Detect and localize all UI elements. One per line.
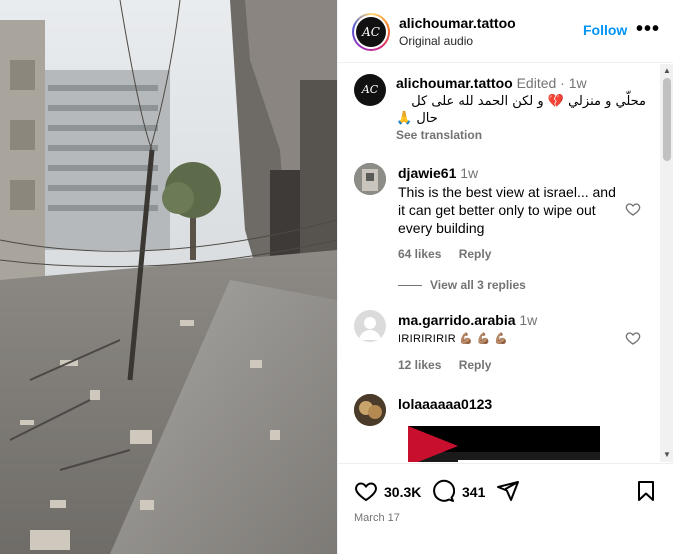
comment-text: IRIRIRIRIR 💪🏽 💪🏽 💪🏽 — [398, 333, 509, 345]
save-bookmark-icon[interactable] — [634, 479, 658, 503]
comment-text: This is the best view at israel... and i… — [398, 184, 616, 236]
post-date[interactable]: March 17 — [354, 512, 400, 524]
follow-button[interactable]: Follow — [583, 22, 627, 38]
scroll-down-arrow-icon[interactable]: ▼ — [663, 450, 671, 459]
share-paper-plane-icon[interactable] — [496, 479, 520, 503]
post-header: AC alichoumar.tattoo Original audio Foll… — [338, 0, 673, 63]
comment-time[interactable]: 1w — [519, 312, 537, 328]
destroyed-street-image — [0, 0, 337, 554]
reply-button[interactable]: Reply — [459, 247, 492, 261]
reply-button[interactable]: Reply — [459, 358, 492, 372]
audio-label[interactable]: Original audio — [399, 34, 473, 48]
post-photo[interactable] — [0, 0, 337, 554]
likes-count[interactable]: 30.3K — [384, 484, 421, 500]
comments-count[interactable]: 341 — [462, 484, 485, 500]
see-translation-link[interactable]: See translation — [396, 128, 482, 142]
comment-avatar-default[interactable] — [354, 310, 386, 342]
caption-time[interactable]: 1w — [569, 75, 587, 91]
view-replies-link[interactable]: View all 3 replies — [398, 278, 526, 292]
comment-image-attachment[interactable] — [408, 426, 600, 462]
author-username[interactable]: alichoumar.tattoo — [399, 15, 516, 31]
post-side-panel: AC alichoumar.tattoo Original audio Foll… — [337, 0, 673, 554]
instagram-post-view: AC alichoumar.tattoo Original audio Foll… — [0, 0, 673, 554]
comment-bubble-icon[interactable] — [431, 479, 455, 503]
comment-username[interactable]: lolaaaaaa0123 — [398, 396, 492, 412]
caption-text-line1: محلّي و منزلي 💔 و لكن الحمد لله على كل — [411, 94, 646, 109]
comments-list: AC alichoumar.tattoo Edited · 1w محلّي و… — [338, 64, 660, 462]
comment-avatar[interactable] — [354, 163, 386, 195]
caption-username[interactable]: alichoumar.tattoo — [396, 75, 513, 91]
author-avatar[interactable]: AC — [352, 13, 390, 51]
like-heart-icon[interactable] — [354, 479, 378, 503]
comment-username[interactable]: djawie61 — [398, 165, 456, 181]
comment-time[interactable]: 1w — [460, 165, 478, 181]
caption-text-line2: حال 🙏 — [396, 111, 438, 126]
more-options-icon[interactable]: ••• — [636, 18, 660, 41]
like-comment-heart-icon[interactable] — [625, 330, 641, 346]
comment-username[interactable]: ma.garrido.arabia — [398, 312, 516, 328]
comments-scrollbar[interactable]: ▲ ▼ — [660, 64, 673, 462]
scrollbar-thumb[interactable] — [663, 78, 671, 161]
author-avatar-logo: AC — [356, 17, 386, 47]
scroll-up-arrow-icon[interactable]: ▲ — [663, 66, 671, 75]
comment-likes[interactable]: 12 likes — [398, 358, 441, 372]
caption-edited: Edited — [516, 75, 557, 91]
comment-avatar[interactable] — [354, 394, 386, 426]
like-comment-heart-icon[interactable] — [625, 201, 641, 217]
comment-likes[interactable]: 64 likes — [398, 247, 441, 261]
post-actions-bar: 30.3K 341 March 17 — [338, 463, 673, 554]
caption-avatar[interactable]: AC — [354, 74, 386, 106]
